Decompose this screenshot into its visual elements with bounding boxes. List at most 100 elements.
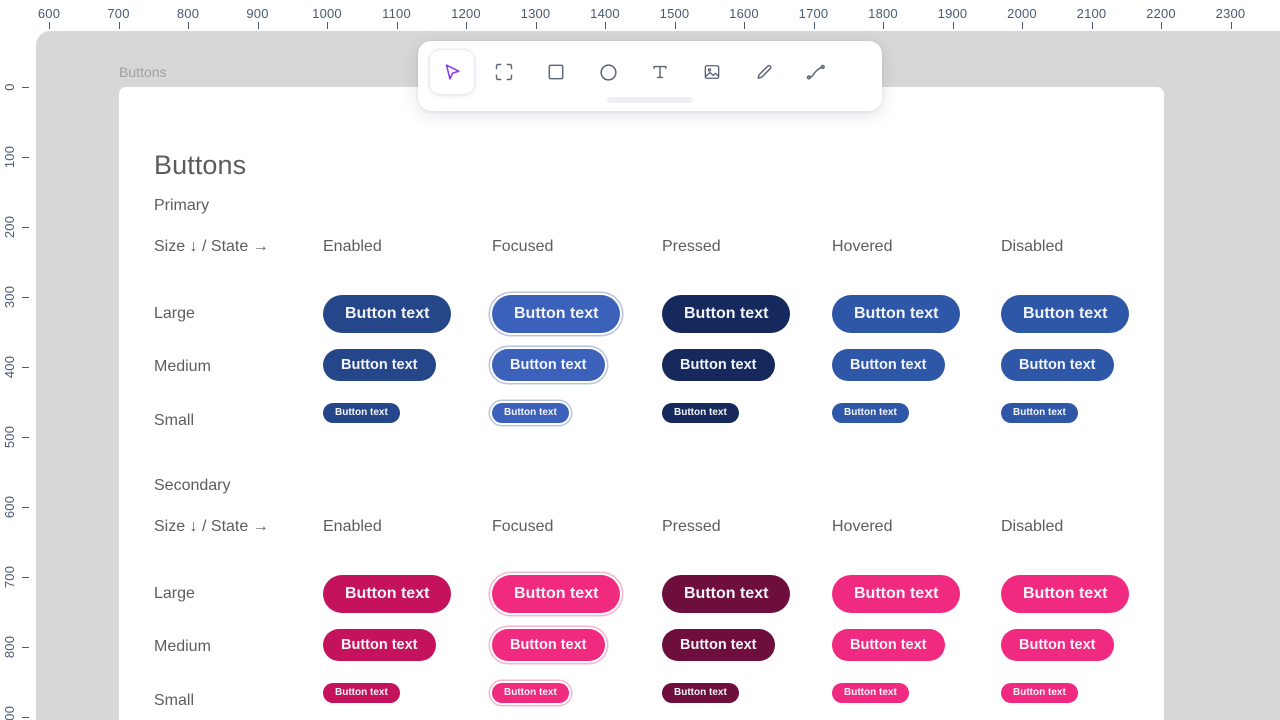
ruler-tick-label: 300	[2, 285, 17, 309]
ruler-tick-label: 1000	[312, 6, 342, 21]
page-title: Buttons	[154, 150, 247, 180]
ruler-tick-label: 1700	[798, 6, 829, 21]
button-primary-large-disabled[interactable]: Button text	[1001, 295, 1130, 333]
ruler-tick-label: 1600	[729, 6, 759, 21]
row-label-large: Large	[154, 305, 195, 322]
button-secondary-medium-pressed[interactable]: Button text	[662, 629, 775, 661]
ruler-tick-mark	[1230, 22, 1232, 29]
column-header-pressed: Pressed	[662, 518, 721, 535]
grid-axis-header: Size ↓ / State →	[154, 238, 269, 255]
button-secondary-large-enabled[interactable]: Button text	[323, 575, 452, 613]
button-primary-small-hovered[interactable]: Button text	[832, 403, 909, 423]
frame-name-label[interactable]: Buttons	[119, 64, 166, 80]
column-header-disabled: Disabled	[1001, 238, 1064, 255]
button-secondary-small-enabled[interactable]: Button text	[323, 683, 400, 703]
ruler-tick-label: 2200	[1146, 6, 1176, 21]
ruler-tick-label: 1300	[520, 6, 551, 21]
ruler-tick-label: 800	[176, 6, 200, 21]
button-primary-small-disabled[interactable]: Button text	[1001, 403, 1078, 423]
button-secondary-small-disabled[interactable]: Button text	[1001, 683, 1078, 703]
column-header-pressed: Pressed	[662, 238, 721, 255]
row-label-small: Small	[154, 692, 195, 709]
button-primary-large-enabled[interactable]: Button text	[323, 295, 452, 333]
button-primary-medium-hovered[interactable]: Button text	[832, 349, 945, 381]
curve-icon	[805, 61, 827, 83]
column-header-disabled: Disabled	[1001, 518, 1064, 535]
horizontal-ruler[interactable]: 600 700 800 900 1000 1100 1200 1300 1400 1500 1600…	[0, 0, 1280, 31]
toolbar-image[interactable]	[690, 50, 734, 94]
button-secondary-small-pressed[interactable]: Button text	[662, 683, 739, 703]
button-primary-medium-focused[interactable]: Button text	[492, 349, 605, 381]
ruler-tick-mark	[883, 22, 884, 29]
button-primary-large-hovered[interactable]: Button text	[832, 295, 961, 333]
toolbar-select-cursor[interactable]	[430, 50, 474, 94]
vertical-ruler[interactable]: 0 100 200 300 400 500 600 700 800 900	[0, 0, 31, 720]
ruler-tick-label: 1500	[659, 6, 690, 21]
floating-toolbar[interactable]	[418, 41, 882, 111]
button-secondary-large-disabled[interactable]: Button text	[1001, 575, 1130, 613]
ruler-tick-label: 900	[2, 705, 17, 720]
button-secondary-medium-focused[interactable]: Button text	[492, 629, 605, 661]
ruler-tick-mark	[605, 22, 606, 29]
canvas-area[interactable]: Buttons Buttons Primary Size ↓ / State → E…	[36, 31, 1280, 720]
button-secondary-small-focused[interactable]: Button text	[492, 683, 569, 703]
column-header-focused: Focused	[492, 238, 554, 255]
rectangle-icon	[546, 62, 566, 82]
toolbar-text[interactable]	[638, 50, 682, 94]
toolbar-curve[interactable]	[794, 50, 838, 94]
button-secondary-medium-disabled[interactable]: Button text	[1001, 629, 1114, 661]
ruler-tick-label: 700	[2, 565, 17, 589]
ruler-tick-mark	[1022, 22, 1023, 29]
ellipse-icon	[598, 62, 619, 83]
button-secondary-large-pressed[interactable]: Button text	[662, 575, 791, 613]
ruler-tick-label: 200	[2, 215, 17, 239]
button-primary-medium-pressed[interactable]: Button text	[662, 349, 775, 381]
section-title-secondary: Secondary	[154, 477, 231, 494]
ruler-tick-label: 0	[2, 83, 17, 91]
button-primary-small-enabled[interactable]: Button text	[323, 403, 400, 423]
toolbar-pen[interactable]	[742, 50, 786, 94]
button-primary-medium-disabled[interactable]: Button text	[1001, 349, 1114, 381]
section-title-primary: Primary	[154, 197, 210, 214]
ruler-tick-mark	[22, 367, 29, 368]
toolbar-ellipse[interactable]	[586, 50, 630, 94]
ruler-tick-mark	[952, 22, 954, 29]
button-secondary-medium-enabled[interactable]: Button text	[323, 629, 436, 661]
toolbar-rectangle[interactable]	[534, 50, 578, 94]
ruler-tick-label: 400	[2, 355, 17, 379]
ruler-tick-label: 900	[246, 6, 269, 21]
ruler-tick-mark	[22, 437, 29, 438]
button-secondary-medium-hovered[interactable]: Button text	[832, 629, 945, 661]
ruler-tick-mark	[1091, 22, 1093, 29]
toolbar-drag-handle[interactable]	[607, 97, 693, 103]
ruler-tick-mark	[466, 22, 467, 29]
ruler-tick-label: 600	[2, 495, 17, 519]
ruler-tick-mark	[813, 22, 815, 29]
button-primary-large-pressed[interactable]: Button text	[662, 295, 791, 333]
ruler-tick-label: 500	[2, 425, 17, 449]
ruler-tick-label: 2100	[1076, 6, 1107, 21]
button-primary-small-focused[interactable]: Button text	[492, 403, 569, 423]
button-secondary-large-hovered[interactable]: Button text	[832, 575, 961, 613]
ruler-tick-mark	[1161, 22, 1162, 29]
row-label-medium: Medium	[154, 638, 211, 655]
button-primary-small-pressed[interactable]: Button text	[662, 403, 739, 423]
ruler-tick-label: 100	[2, 145, 17, 169]
row-label-small: Small	[154, 412, 195, 429]
pen-icon	[754, 62, 774, 82]
button-secondary-large-focused[interactable]: Button text	[492, 575, 621, 613]
ruler-tick-mark	[396, 22, 398, 29]
ruler-tick-label: 1900	[937, 6, 968, 21]
button-primary-medium-enabled[interactable]: Button text	[323, 349, 436, 381]
toolbar-frame[interactable]	[482, 50, 526, 94]
ruler-tick-label: 600	[37, 6, 61, 21]
row-label-medium: Medium	[154, 358, 211, 375]
design-tool-screen: 600 700 800 900 1000 1100 1200 1300 1400 1500 1600…	[0, 0, 1280, 720]
column-header-hovered: Hovered	[832, 518, 893, 535]
button-primary-large-focused[interactable]: Button text	[492, 295, 621, 333]
ruler-tick-mark	[22, 87, 29, 88]
artboard[interactable]: Buttons Primary Size ↓ / State → Enabled Fo…	[119, 87, 1164, 720]
ruler-tick-mark	[22, 717, 29, 718]
button-secondary-small-hovered[interactable]: Button text	[832, 683, 909, 703]
text-icon	[650, 62, 670, 82]
